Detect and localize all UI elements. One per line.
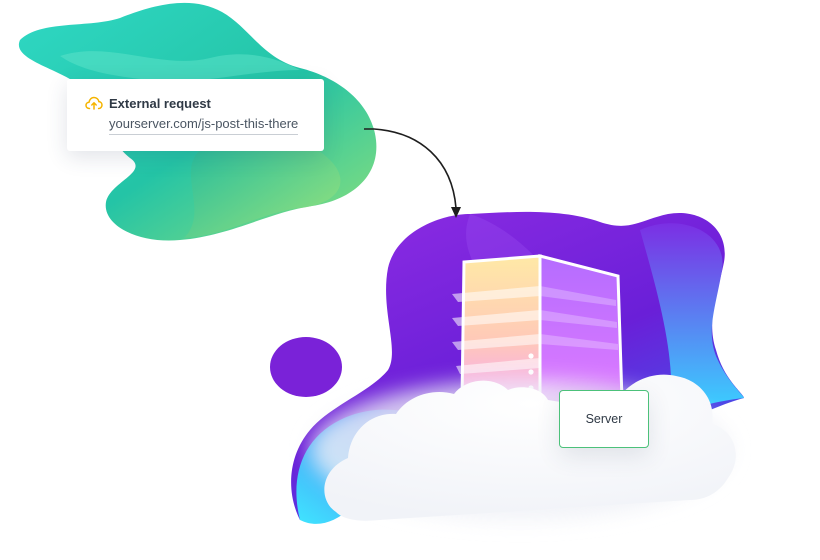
request-url-field[interactable]: yourserver.com/js-post-this-there (109, 116, 299, 135)
server-card[interactable]: Server (559, 390, 649, 448)
external-request-card[interactable]: External request yourserver.com/js-post-… (67, 79, 324, 151)
small-purple-blob (270, 337, 342, 397)
request-title: External request (109, 96, 211, 111)
server-label: Server (585, 412, 623, 426)
cloud-upload-icon (85, 96, 103, 110)
connector-arrow (364, 128, 461, 218)
